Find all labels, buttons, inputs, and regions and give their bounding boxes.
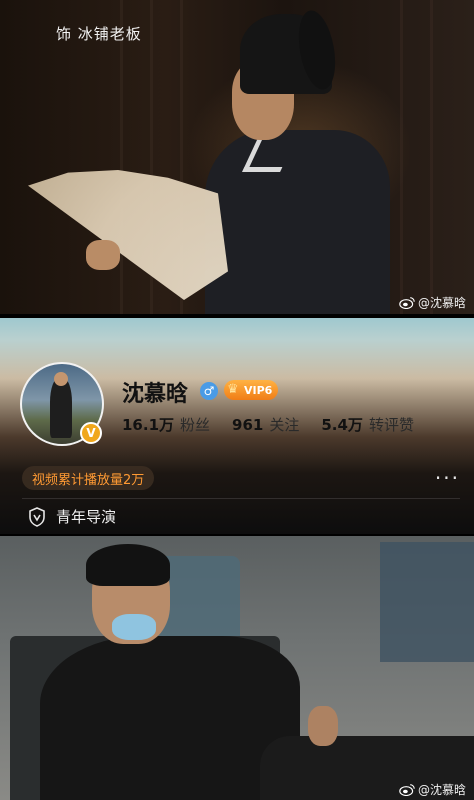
stat-label: 关注 <box>269 416 300 434</box>
stat-reposts-comments-likes[interactable]: 5.4万 转评赞 <box>321 414 414 435</box>
shield-v-icon <box>29 506 45 527</box>
stat-value: 16.1万 <box>122 416 175 434</box>
photo-caption: 饰 冰铺老板 <box>56 25 142 43</box>
stat-label: 转评赞 <box>368 416 414 434</box>
watermark-text: @沈慕晗 <box>417 296 466 310</box>
stat-value: 5.4万 <box>321 416 363 434</box>
person-hair <box>86 544 170 586</box>
verified-v-icon: V <box>80 422 102 444</box>
bottom-photo[interactable]: @沈慕晗 <box>0 536 474 800</box>
profile-stats: 16.1万 粉丝 961 关注 5.4万 转评赞 <box>122 414 436 435</box>
wood-slat <box>430 0 433 314</box>
wood-slat <box>120 0 123 314</box>
profile-title-row: 青年导演 <box>28 506 116 527</box>
face-mask <box>112 614 156 640</box>
person-hand <box>308 706 338 746</box>
photo-watermark: @沈慕晗 <box>399 781 466 798</box>
folding-fan <box>28 170 228 300</box>
vip-label: VIP6 <box>244 383 273 397</box>
stat-followers[interactable]: 16.1万 粉丝 <box>122 414 210 435</box>
male-icon: ♂ <box>200 382 218 400</box>
video-play-count-badge[interactable]: 视频累计播放量2万 <box>22 466 155 490</box>
chair-back <box>380 542 474 662</box>
stat-label: 粉丝 <box>180 416 211 434</box>
profile-name: 沈慕晗 <box>122 382 189 407</box>
more-options-button[interactable]: ··· <box>435 468 460 488</box>
stat-following[interactable]: 961 关注 <box>232 414 299 435</box>
profile-title: 青年导演 <box>56 508 117 526</box>
top-photo[interactable]: 饰 冰铺老板 @沈慕晗 <box>0 0 474 314</box>
photo-watermark: @沈慕晗 <box>399 294 466 311</box>
avatar-head <box>54 372 68 386</box>
vip-badge[interactable]: ♛ VIP6 <box>224 380 279 400</box>
weibo-icon <box>399 784 415 796</box>
watermark-text: @沈慕晗 <box>417 783 466 797</box>
stat-value: 961 <box>232 416 264 434</box>
wood-slat <box>400 0 403 314</box>
figure-hand <box>86 240 120 270</box>
figure-robe <box>205 130 390 314</box>
weibo-icon <box>399 297 415 309</box>
profile-card: V 沈慕晗 ♂ ♛ VIP6 16.1万 粉丝 961 关注 5.4万 转评赞 … <box>0 318 474 534</box>
crown-icon: ♛ <box>227 382 239 397</box>
avatar-person <box>50 378 72 438</box>
divider <box>22 498 460 499</box>
